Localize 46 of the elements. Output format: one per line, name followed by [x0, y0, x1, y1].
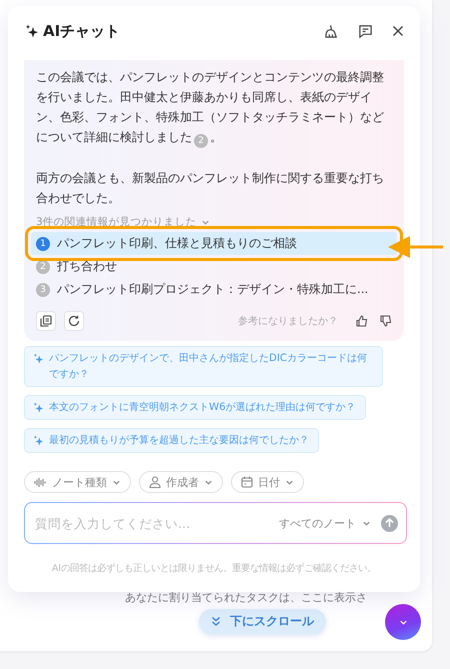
question-field[interactable]: 質問を入力してください... すべてのノート: [24, 502, 407, 544]
copy-button[interactable]: [36, 311, 56, 331]
arrow-up-icon: [385, 518, 394, 528]
new-chat-button[interactable]: [358, 24, 373, 38]
waveform-icon: [34, 476, 47, 488]
scroll-fab-button[interactable]: [385, 604, 421, 640]
source-item[interactable]: 3 パンフレット印刷プロジェクト：デザイン・特殊加工に...: [31, 278, 397, 301]
scope-dropdown[interactable]: すべてのノート: [279, 516, 371, 530]
source-item[interactable]: 1 パンフレット印刷、仕様と見積もりのご相談: [31, 232, 397, 255]
filter-dropdown[interactable]: 日付: [231, 471, 304, 493]
regenerate-button[interactable]: [64, 311, 84, 331]
disclaimer-text: AIの回答は必ずしも正しいとは限りません。重要な情報は必ずご確認ください。: [50, 562, 378, 575]
filter-dropdown[interactable]: ノート種類: [24, 471, 131, 493]
sparkle-icon: [33, 353, 44, 364]
thumbs-down-icon: [380, 315, 392, 327]
person-icon: [149, 476, 161, 488]
answer-paragraph: この会議では、パンフレットのデザインとコンテンツの最終調整を行いました。田中健太と伊藤あかりも同席し、表紙のデザイン、色彩、フォント、特殊加工（ソフトタッチラミネート）などについて詳細に検討しました 2 。: [36, 69, 385, 148]
clean-button[interactable]: [324, 24, 339, 38]
panel-title: AIチャット: [43, 22, 122, 40]
thumbs-up-icon: [356, 315, 368, 327]
filter-dropdown[interactable]: 作成者: [139, 471, 223, 493]
feedback-prompt: 参考になりましたか？: [238, 314, 338, 328]
refresh-icon: [68, 315, 80, 327]
broom-icon: [324, 24, 339, 38]
suggested-question[interactable]: 最初の見積もりが予算を超過した主な要因は何でしたか？: [24, 428, 319, 453]
double-chevron-icon: [211, 616, 221, 627]
sparkle-icon: [33, 402, 44, 413]
sparkle-icon: [33, 435, 44, 446]
calendar-icon: [241, 476, 253, 488]
close-button[interactable]: [392, 25, 404, 37]
sparkle-icon: [25, 24, 39, 38]
thumbs-down-button[interactable]: [380, 315, 392, 327]
close-icon: [392, 25, 404, 37]
source-item[interactable]: 2 打ち合わせ: [31, 255, 397, 278]
source-number: 3: [36, 282, 50, 296]
scroll-down-button[interactable]: 下にスクロール: [199, 609, 326, 634]
thumbs-up-button[interactable]: [356, 315, 368, 327]
chat-edit-icon: [358, 24, 373, 38]
suggested-question[interactable]: 本文のフォントに青空明朝ネクストW6が選ばれた理由は何ですか？: [24, 395, 366, 420]
source-number: 2: [36, 260, 50, 274]
source-number: 1: [36, 236, 50, 250]
annotation-arrow: [388, 236, 444, 258]
suggested-question[interactable]: パンフレットのデザインで、田中さんが指定したDICカラーコードは何ですか？: [24, 346, 383, 387]
background-text: あなたに割り当てられたタスクは、ここに表示さ: [125, 590, 367, 605]
answer-paragraph: 両方の会議とも、新製品のパンフレット制作に関する重要な打ち合わせでした。: [36, 170, 385, 207]
copy-icon: [40, 315, 52, 327]
